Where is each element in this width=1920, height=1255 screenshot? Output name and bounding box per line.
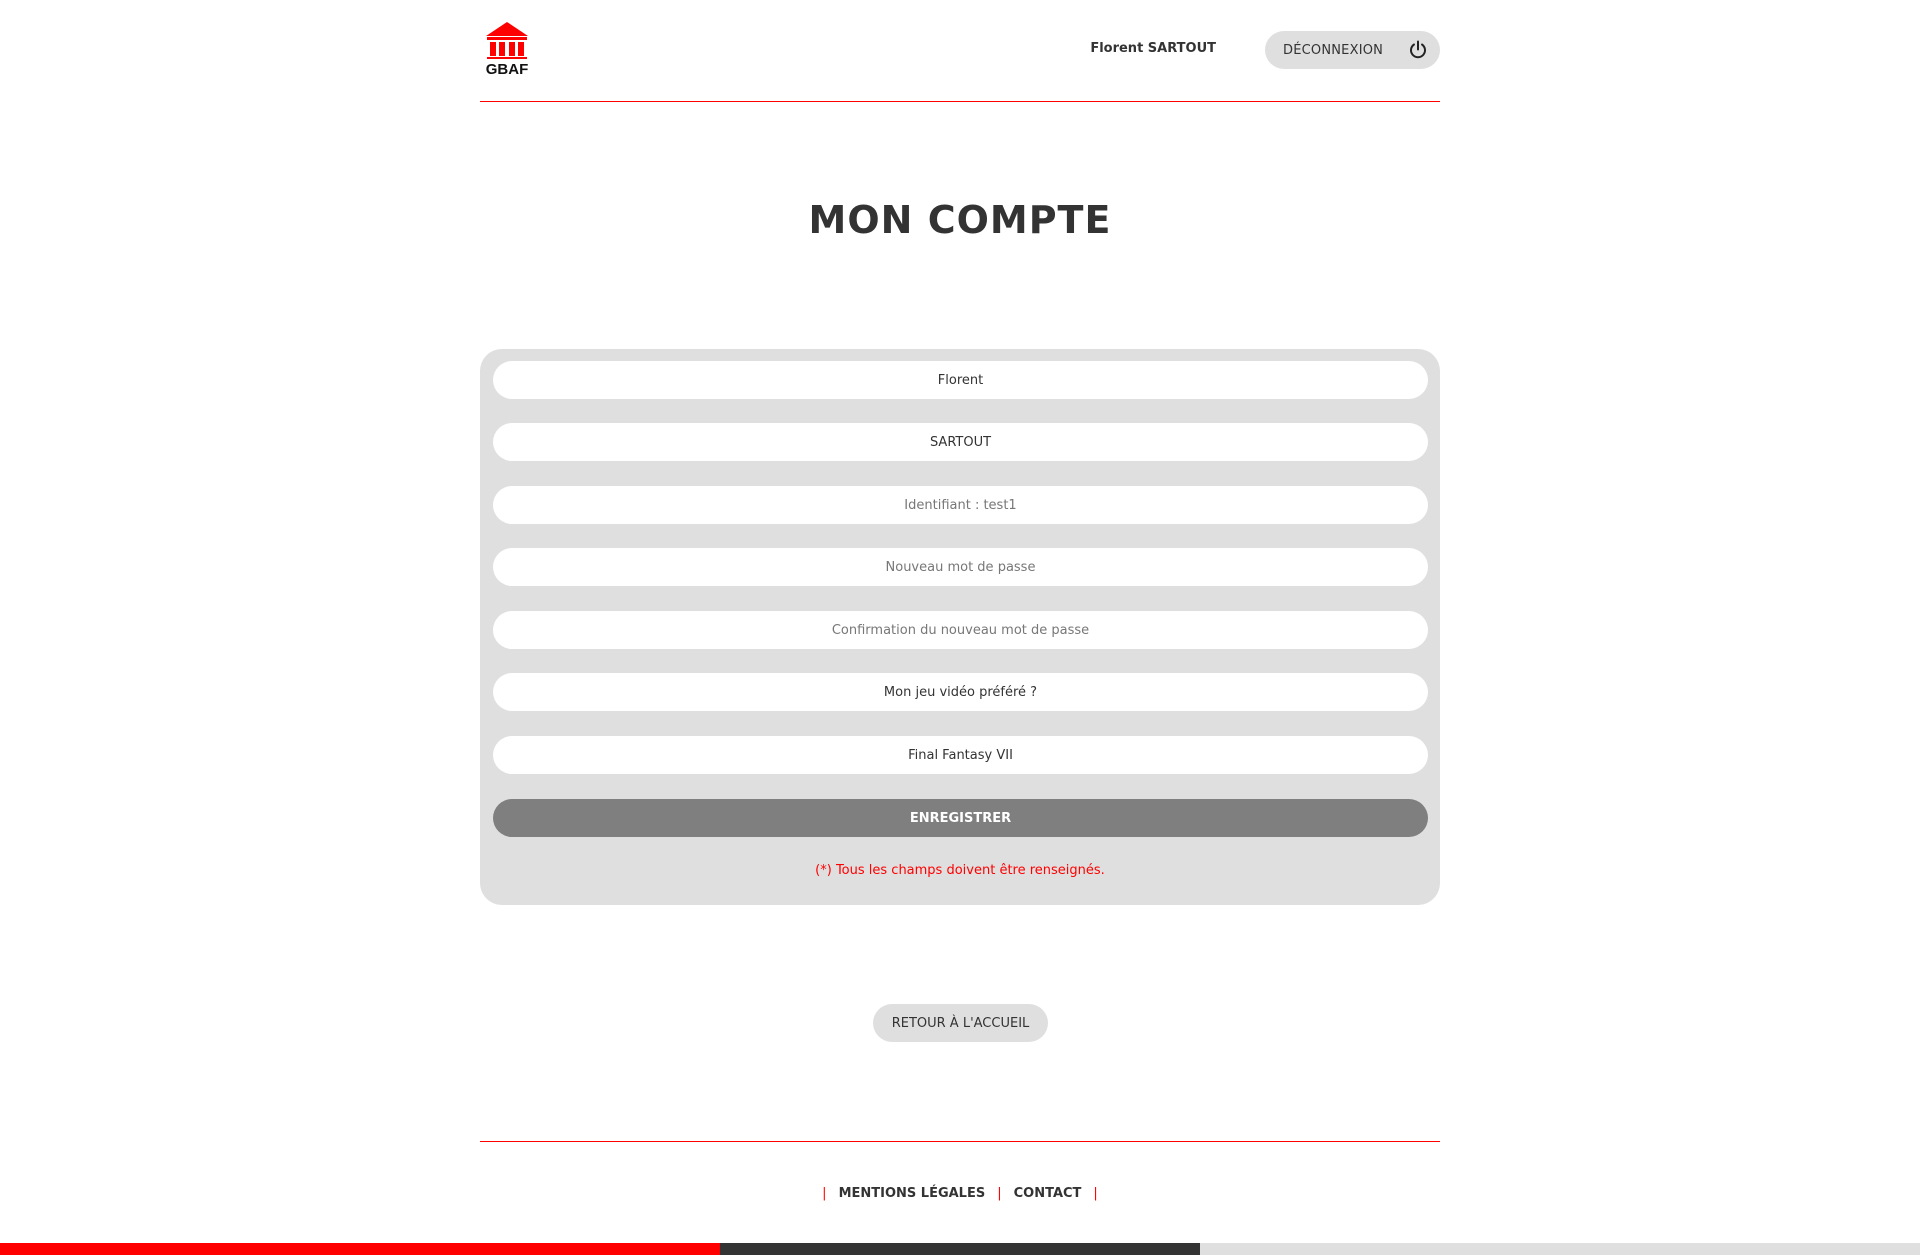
save-button[interactable]: ENREGISTRER	[493, 799, 1428, 837]
confirm-password-field[interactable]	[493, 611, 1428, 649]
color-bar-red	[0, 1243, 720, 1255]
user-name: Florent SARTOUT	[1090, 41, 1216, 56]
username-field[interactable]	[493, 486, 1428, 524]
legal-notice-link[interactable]: MENTIONS LÉGALES	[839, 1186, 986, 1201]
gbaf-logo[interactable]: GBAF	[483, 22, 531, 76]
contact-link[interactable]: CONTACT	[1014, 1186, 1082, 1201]
bottom-color-bar	[0, 1243, 1920, 1255]
account-form: ENREGISTRER (*) Tous les champs doivent …	[480, 349, 1440, 905]
footer-separator: |	[822, 1186, 827, 1201]
site-header: GBAF Florent SARTOUT DÉCONNEXION	[480, 0, 1440, 102]
logout-label: DÉCONNEXION	[1283, 42, 1384, 58]
last-name-field[interactable]	[493, 423, 1428, 461]
footer-nav: | MENTIONS LÉGALES | CONTACT |	[0, 1186, 1920, 1201]
home-button[interactable]: RETOUR À L'ACCUEIL	[873, 1004, 1048, 1042]
first-name-field[interactable]	[493, 361, 1428, 399]
color-bar-dark	[720, 1243, 1200, 1255]
secret-answer-field[interactable]	[493, 736, 1428, 774]
logo-text: GBAF	[486, 61, 529, 76]
secret-question-field[interactable]	[493, 673, 1428, 711]
power-icon	[1410, 40, 1426, 59]
footer-separator: |	[1093, 1186, 1098, 1201]
new-password-field[interactable]	[493, 548, 1428, 586]
page-title: MON COMPTE	[808, 198, 1112, 242]
required-fields-note: (*) Tous les champs doivent être renseig…	[815, 863, 1105, 878]
color-bar-light	[1200, 1243, 1920, 1255]
footer-separator: |	[997, 1186, 1002, 1201]
logout-button[interactable]: DÉCONNEXION	[1265, 31, 1440, 69]
footer-divider	[480, 1141, 1440, 1142]
